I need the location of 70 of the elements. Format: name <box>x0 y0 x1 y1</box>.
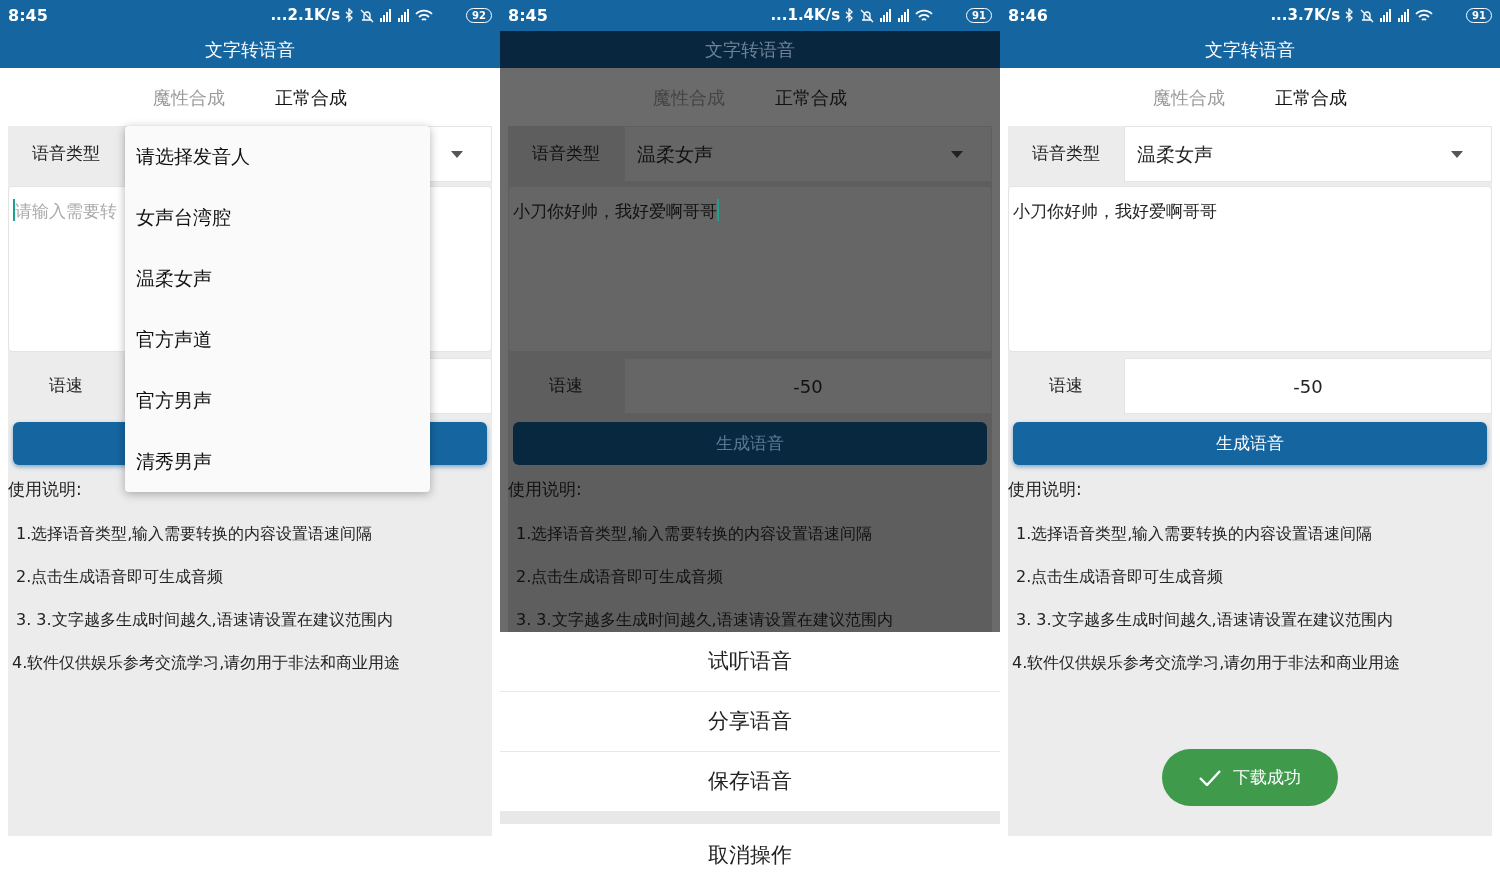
dropdown-option[interactable]: 女声台湾腔 <box>125 187 430 248</box>
status-time: 8:45 <box>8 4 48 27</box>
app-title: 文字转语音 <box>1205 38 1295 62</box>
wifi-icon <box>915 9 933 21</box>
instruction-line: 1.选择语音类型,输入需要转换的内容设置语速间隔 <box>515 522 874 545</box>
status-time: 8:46 <box>1008 4 1048 27</box>
instructions-title: 使用说明: <box>1008 478 1083 501</box>
dropdown-option[interactable]: 清秀男声 <box>125 431 430 492</box>
dropdown-option[interactable]: 温柔女声 <box>125 248 430 309</box>
wifi-icon <box>1415 9 1433 21</box>
speed-label: 语速 <box>48 374 84 398</box>
signal-icon <box>1380 8 1392 22</box>
caret-icon <box>1451 150 1463 158</box>
signal-icon <box>398 8 410 22</box>
muted-bell-icon <box>860 8 874 23</box>
signal-icon <box>880 8 892 22</box>
app-title: 文字转语音 <box>205 38 295 62</box>
cancel-button[interactable]: 取消操作 <box>500 824 1000 888</box>
instruction-line: 3. 3.文字越多生成时间越久,语速请设置在建议范围内 <box>515 608 894 631</box>
generate-button[interactable]: 生成语音 <box>1013 422 1487 465</box>
bluetooth-icon <box>1345 7 1353 23</box>
mode-tab[interactable]: 正常合成 <box>775 83 847 111</box>
voice-type-value: 温柔女声 <box>1137 141 1213 167</box>
instruction-line: 1.选择语音类型,输入需要转换的内容设置语速间隔 <box>15 522 374 545</box>
instructions-title: 使用说明: <box>508 478 583 501</box>
text-cursor <box>13 199 15 221</box>
voice-type-label: 语音类型 <box>31 142 101 166</box>
voice-type-label: 语音类型 <box>1031 142 1101 166</box>
instruction-line: 2.点击生成语音即可生成音频 <box>515 565 725 588</box>
status-time: 8:45 <box>508 4 548 27</box>
app-title: 文字转语音 <box>705 38 795 62</box>
input-text: 小刀你好帅，我好爱啊哥哥 <box>513 200 717 223</box>
instruction-line: 2.点击生成语音即可生成音频 <box>1015 565 1225 588</box>
signal-icon <box>1398 8 1410 22</box>
instructions-title: 使用说明: <box>8 478 83 501</box>
toast-text: 下载成功 <box>1233 765 1301 789</box>
dropdown-option[interactable]: 请选择发音人 <box>125 126 430 187</box>
text-input-area[interactable]: 小刀你好帅，我好爱啊哥哥 <box>1008 186 1492 352</box>
wifi-icon <box>415 9 433 21</box>
speed-label: 语速 <box>548 374 584 398</box>
input-text: 小刀你好帅，我好爱啊哥哥 <box>1013 200 1217 223</box>
voice-type-label: 语音类型 <box>531 142 601 166</box>
signal-icon <box>898 8 910 22</box>
speed-value: -50 <box>1293 374 1323 399</box>
instruction-line: 4.软件仅供娱乐参考交流学习,请勿用于非法和商业用途 <box>1011 651 1402 674</box>
instruction-line: 1.选择语音类型,输入需要转换的内容设置语速间隔 <box>1015 522 1374 545</box>
network-speed: ...1.4K/s <box>770 5 841 27</box>
instruction-line: 4.软件仅供娱乐参考交流学习,请勿用于非法和商业用途 <box>11 651 402 674</box>
instruction-line: 3. 3.文字越多生成时间越久,语速请设置在建议范围内 <box>15 608 394 631</box>
instruction-line: 2.点击生成语音即可生成音频 <box>15 565 225 588</box>
instruction-line: 3. 3.文字越多生成时间越久,语速请设置在建议范围内 <box>1015 608 1394 631</box>
bluetooth-icon <box>345 7 353 23</box>
network-speed: ...3.7K/s <box>1270 5 1341 27</box>
caret-icon <box>451 150 463 158</box>
muted-bell-icon <box>1360 8 1374 23</box>
dropdown-option[interactable]: 官方男声 <box>125 370 430 431</box>
voice-type-value: 温柔女声 <box>637 141 713 167</box>
dropdown-option[interactable]: 官方声道 <box>125 309 430 370</box>
input-placeholder: 请输入需要转 <box>15 200 117 223</box>
bluetooth-icon <box>845 7 853 23</box>
text-cursor <box>717 199 719 221</box>
muted-bell-icon <box>360 8 374 23</box>
caret-icon <box>951 150 963 158</box>
checkmark-icon <box>1199 769 1221 786</box>
network-speed: ...2.1K/s <box>270 5 341 27</box>
speed-label: 语速 <box>1048 374 1084 398</box>
signal-icon <box>380 8 392 22</box>
speed-value: -50 <box>793 374 823 399</box>
mode-tab[interactable]: 正常合成 <box>1275 83 1347 111</box>
mode-tab[interactable]: 正常合成 <box>275 83 347 111</box>
